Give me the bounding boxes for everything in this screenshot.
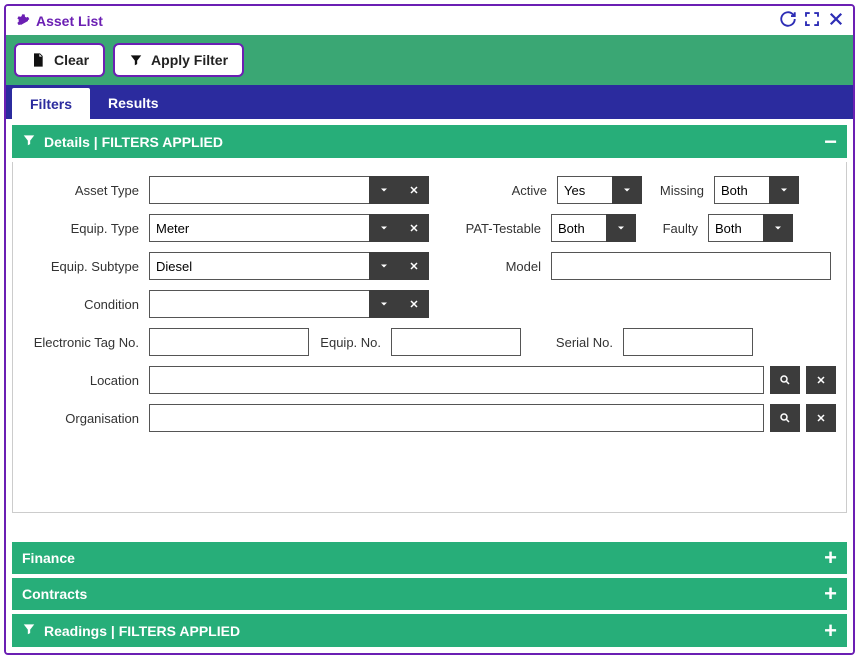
panel-details-header[interactable]: Details | FILTERS APPLIED − <box>12 125 847 158</box>
panel-readings-header[interactable]: Readings | FILTERS APPLIED + <box>12 614 847 647</box>
faulty-input[interactable] <box>708 214 763 242</box>
clear-x-icon[interactable] <box>399 214 429 242</box>
label-faulty: Faulty <box>642 221 702 236</box>
chevron-down-icon[interactable] <box>369 214 399 242</box>
faulty-combo[interactable] <box>708 214 793 242</box>
minus-icon: − <box>824 135 837 149</box>
etag-input[interactable] <box>149 328 309 356</box>
location-input[interactable] <box>149 366 764 394</box>
equip-subtype-combo[interactable] <box>149 252 429 280</box>
pat-input[interactable] <box>551 214 606 242</box>
panel-details-body: Asset Type Active Missing <box>12 162 847 513</box>
pat-combo[interactable] <box>551 214 636 242</box>
label-organisation: Organisation <box>23 411 143 426</box>
panel-readings-title: Readings | FILTERS APPLIED <box>44 623 240 639</box>
label-etag: Electronic Tag No. <box>23 335 143 350</box>
label-pat: PAT-Testable <box>435 221 545 236</box>
panel-details-title: Details | FILTERS APPLIED <box>44 134 223 150</box>
document-icon <box>30 51 46 69</box>
label-equip-type: Equip. Type <box>23 221 143 236</box>
missing-combo[interactable] <box>714 176 799 204</box>
serial-input[interactable] <box>623 328 753 356</box>
tab-results[interactable]: Results <box>90 87 177 119</box>
apply-filter-button[interactable]: Apply Filter <box>113 43 244 77</box>
label-condition: Condition <box>23 297 143 312</box>
tab-filters[interactable]: Filters <box>12 88 90 120</box>
search-icon[interactable] <box>770 366 800 394</box>
asset-type-input[interactable] <box>149 176 369 204</box>
chevron-down-icon[interactable] <box>612 176 642 204</box>
label-asset-type: Asset Type <box>23 183 143 198</box>
clear-button[interactable]: Clear <box>14 43 105 77</box>
funnel-icon <box>129 52 143 68</box>
active-combo[interactable] <box>557 176 642 204</box>
condition-input[interactable] <box>149 290 369 318</box>
search-icon[interactable] <box>770 404 800 432</box>
plus-icon: + <box>824 587 837 601</box>
panel-contracts-title: Contracts <box>22 586 87 602</box>
equip-type-combo[interactable] <box>149 214 429 242</box>
label-serial: Serial No. <box>527 335 617 350</box>
chevron-down-icon[interactable] <box>769 176 799 204</box>
asset-type-combo[interactable] <box>149 176 429 204</box>
condition-combo[interactable] <box>149 290 429 318</box>
label-model: Model <box>435 259 545 274</box>
panel-contracts-header[interactable]: Contracts + <box>12 578 847 610</box>
content-area: Details | FILTERS APPLIED − Asset Type A… <box>6 119 853 653</box>
clear-x-icon[interactable] <box>399 176 429 204</box>
asset-list-window: Asset List Clear Apply Filter <box>4 4 855 655</box>
clear-label: Clear <box>54 52 89 68</box>
clear-x-icon[interactable] <box>399 252 429 280</box>
expand-icon[interactable] <box>803 10 821 31</box>
chevron-down-icon[interactable] <box>763 214 793 242</box>
equip-subtype-input[interactable] <box>149 252 369 280</box>
label-location: Location <box>23 373 143 388</box>
toolbar: Clear Apply Filter <box>6 35 853 85</box>
panel-finance-header[interactable]: Finance + <box>12 542 847 574</box>
organisation-input[interactable] <box>149 404 764 432</box>
funnel-icon <box>22 133 36 150</box>
label-active: Active <box>481 183 551 198</box>
panel-finance-title: Finance <box>22 550 75 566</box>
plus-icon: + <box>824 551 837 565</box>
window-title: Asset List <box>36 13 779 29</box>
close-icon[interactable] <box>827 10 845 31</box>
chevron-down-icon[interactable] <box>369 176 399 204</box>
chevron-down-icon[interactable] <box>606 214 636 242</box>
label-equip-no: Equip. No. <box>315 335 385 350</box>
gear-icon <box>14 13 30 29</box>
plus-icon: + <box>824 624 837 638</box>
tab-strip: Filters Results <box>6 85 853 119</box>
missing-input[interactable] <box>714 176 769 204</box>
chevron-down-icon[interactable] <box>369 290 399 318</box>
clear-x-icon[interactable] <box>806 366 836 394</box>
clear-x-icon[interactable] <box>399 290 429 318</box>
active-input[interactable] <box>557 176 612 204</box>
label-missing: Missing <box>648 183 708 198</box>
chevron-down-icon[interactable] <box>369 252 399 280</box>
model-input[interactable] <box>551 252 831 280</box>
equip-type-input[interactable] <box>149 214 369 242</box>
equip-no-input[interactable] <box>391 328 521 356</box>
funnel-icon <box>22 622 36 639</box>
apply-label: Apply Filter <box>151 52 228 68</box>
refresh-icon[interactable] <box>779 10 797 31</box>
clear-x-icon[interactable] <box>806 404 836 432</box>
title-bar: Asset List <box>6 6 853 35</box>
label-equip-subtype: Equip. Subtype <box>23 259 143 274</box>
